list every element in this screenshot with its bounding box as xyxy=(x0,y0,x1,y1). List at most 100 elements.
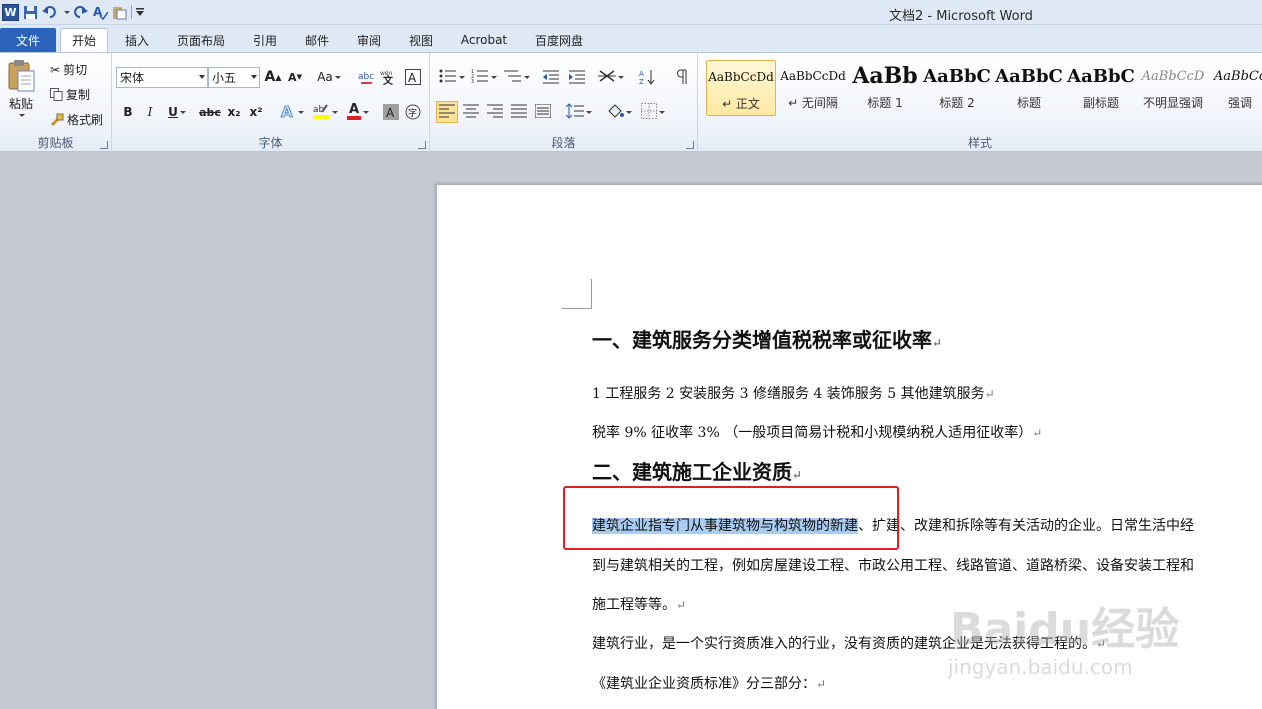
style-no-spacing[interactable]: AaBbCcDd ↵ 无间隔 xyxy=(778,60,848,116)
borders-button[interactable] xyxy=(638,101,668,123)
redo-icon[interactable] xyxy=(74,3,88,21)
decrease-indent-icon[interactable] xyxy=(540,66,562,88)
superscript-button[interactable]: x² xyxy=(246,101,266,123)
subscript-button[interactable]: x₂ xyxy=(224,101,244,123)
font-color-icon: A xyxy=(347,103,361,120)
character-border-icon[interactable]: A xyxy=(404,66,422,88)
tab-review[interactable]: 审阅 xyxy=(348,28,390,52)
brush-icon xyxy=(50,113,64,127)
spelling-icon[interactable]: A xyxy=(92,3,108,21)
style-preview: AaBbC xyxy=(995,65,1063,87)
style-emphasis[interactable]: AaBbCc 强调 xyxy=(1210,60,1262,116)
clear-format-icon[interactable]: abc xyxy=(358,66,376,88)
grow-font-button[interactable]: A ▲ xyxy=(264,66,282,88)
title-bar: W A 文档2 - Microsoft Word xyxy=(0,0,1262,25)
align-left-button[interactable] xyxy=(436,101,458,123)
format-painter-button[interactable]: 格式刷 xyxy=(50,111,103,128)
paragraph-mark: ↵ xyxy=(932,336,943,350)
highlight-button[interactable]: ab xyxy=(310,101,340,123)
numbering-button[interactable]: 123 xyxy=(470,66,498,88)
tab-insert[interactable]: 插入 xyxy=(116,28,158,52)
paste-label: 粘贴 xyxy=(8,97,33,111)
svg-text:3: 3 xyxy=(471,79,474,83)
save-icon[interactable] xyxy=(23,3,38,21)
character-shading-icon[interactable]: A xyxy=(382,101,400,123)
copy-label: 复制 xyxy=(66,88,91,102)
customize-icon[interactable] xyxy=(136,3,144,21)
paste-icon[interactable] xyxy=(112,3,127,21)
phonetic-guide-icon[interactable]: wén 文 xyxy=(380,66,400,88)
style-name: 标题 1 xyxy=(867,96,903,110)
bullets-button[interactable] xyxy=(438,66,466,88)
distributed-icon xyxy=(534,103,552,121)
tab-acrobat[interactable]: Acrobat xyxy=(452,28,516,52)
tab-baidu-netdisk[interactable]: 百度网盘 xyxy=(526,28,592,52)
distributed-button[interactable] xyxy=(532,101,554,123)
multilevel-list-button[interactable] xyxy=(502,66,532,88)
paste-dropdown-icon[interactable] xyxy=(19,114,25,117)
svg-text:字: 字 xyxy=(408,107,417,119)
style-heading-1[interactable]: AaBb 标题 1 xyxy=(850,60,920,116)
italic-button[interactable]: I xyxy=(140,101,160,123)
style-preview: AaBbC xyxy=(923,65,991,87)
increase-indent-icon[interactable] xyxy=(566,66,588,88)
style-name: ↵ 正文 xyxy=(722,97,760,111)
shrink-font-icon: A xyxy=(288,70,297,84)
change-case-button[interactable]: Aa xyxy=(316,66,342,88)
font-family-dropdown-icon[interactable] xyxy=(199,75,205,79)
align-center-button[interactable] xyxy=(460,101,482,123)
copy-button[interactable]: 复制 xyxy=(50,86,90,103)
tab-file[interactable]: 文件 xyxy=(0,28,56,52)
show-marks-icon[interactable] xyxy=(672,66,692,88)
doc-line-tax-rate[interactable]: 税率 9% 征收率 3% （一般项目简易计税和小规模纳税人适用征收率）↵ xyxy=(592,422,1042,442)
style-normal[interactable]: AaBbCcDd ↵ 正文 xyxy=(706,60,776,116)
watermark-text: Baidu经验 xyxy=(950,604,1180,655)
paragraph-mark: ↵ xyxy=(792,468,803,482)
font-group-label: 字体 xyxy=(258,136,283,150)
undo-dropdown-icon[interactable] xyxy=(64,10,70,14)
styles-group: AaBbCcDd ↵ 正文 AaBbCcDd ↵ 无间隔 AaBb 标题 1 A… xyxy=(698,53,1262,153)
doc-paragraph-5[interactable]: 《建筑业企业资质标准》分三部分：↵ xyxy=(592,673,826,693)
tab-view[interactable]: 视图 xyxy=(400,28,442,52)
chinese-layout-button[interactable] xyxy=(596,66,626,88)
tab-mailings[interactable]: 邮件 xyxy=(296,28,338,52)
svg-text:Z: Z xyxy=(639,78,644,85)
paragraph-mark: ↵ xyxy=(1032,426,1043,440)
text-effects-button[interactable]: A xyxy=(278,101,306,123)
doc-line-services[interactable]: 1 工程服务 2 安装服务 3 修缮服务 4 装饰服务 5 其他建筑服务↵ xyxy=(592,383,995,403)
doc-heading-1[interactable]: 一、建筑服务分类增值税税率或征收率↵ xyxy=(592,324,942,353)
sort-icon[interactable]: AZ xyxy=(636,66,658,88)
style-subtle-emphasis[interactable]: AaBbCcD 不明显强调 xyxy=(1138,60,1208,116)
shrink-font-button[interactable]: A ▼ xyxy=(286,66,304,88)
underline-button[interactable]: U xyxy=(164,101,190,123)
justify-button[interactable] xyxy=(508,101,530,123)
font-size-dropdown-icon[interactable] xyxy=(251,75,257,79)
align-right-button[interactable] xyxy=(484,101,506,123)
style-title[interactable]: AaBbC 标题 xyxy=(994,60,1064,116)
font-color-button[interactable]: A xyxy=(344,101,372,123)
tab-home[interactable]: 开始 xyxy=(60,28,108,52)
style-subtitle[interactable]: AaBbC 副标题 xyxy=(1066,60,1136,116)
baidu-watermark: Baidu经验 jingyan.baidu.com xyxy=(940,585,1240,705)
word-app-icon[interactable]: W xyxy=(2,3,19,21)
doc-heading-2[interactable]: 二、建筑施工企业资质↵ xyxy=(592,456,802,485)
doc-paragraph-3[interactable]: 施工程等等。↵ xyxy=(592,594,686,614)
tab-references[interactable]: 引用 xyxy=(244,28,286,52)
align-left-icon xyxy=(439,104,455,121)
strikethrough-button[interactable]: abc xyxy=(198,101,222,123)
font-launcher-icon[interactable] xyxy=(418,141,426,149)
style-heading-2[interactable]: AaBbC 标题 2 xyxy=(922,60,992,116)
paragraph-launcher-icon[interactable] xyxy=(686,141,694,149)
shading-button[interactable] xyxy=(604,101,634,123)
undo-icon[interactable] xyxy=(42,3,58,21)
line-spacing-button[interactable] xyxy=(564,101,594,123)
font-size-combo[interactable]: 小五 xyxy=(208,67,260,88)
cut-button[interactable]: ✂ 剪切 xyxy=(50,61,87,78)
tab-page-layout[interactable]: 页面布局 xyxy=(170,28,232,52)
bold-button[interactable]: B xyxy=(118,101,138,123)
paste-button[interactable]: 粘贴 xyxy=(6,59,36,117)
clipboard-launcher-icon[interactable] xyxy=(100,141,108,149)
doc-paragraph-2[interactable]: 到与建筑相关的工程，例如房屋建设工程、市政公用工程、线路管道、道路桥梁、设备安装… xyxy=(592,555,1194,575)
enclose-characters-icon[interactable]: 字 xyxy=(404,101,422,123)
font-family-combo[interactable]: 宋体 xyxy=(116,67,208,88)
